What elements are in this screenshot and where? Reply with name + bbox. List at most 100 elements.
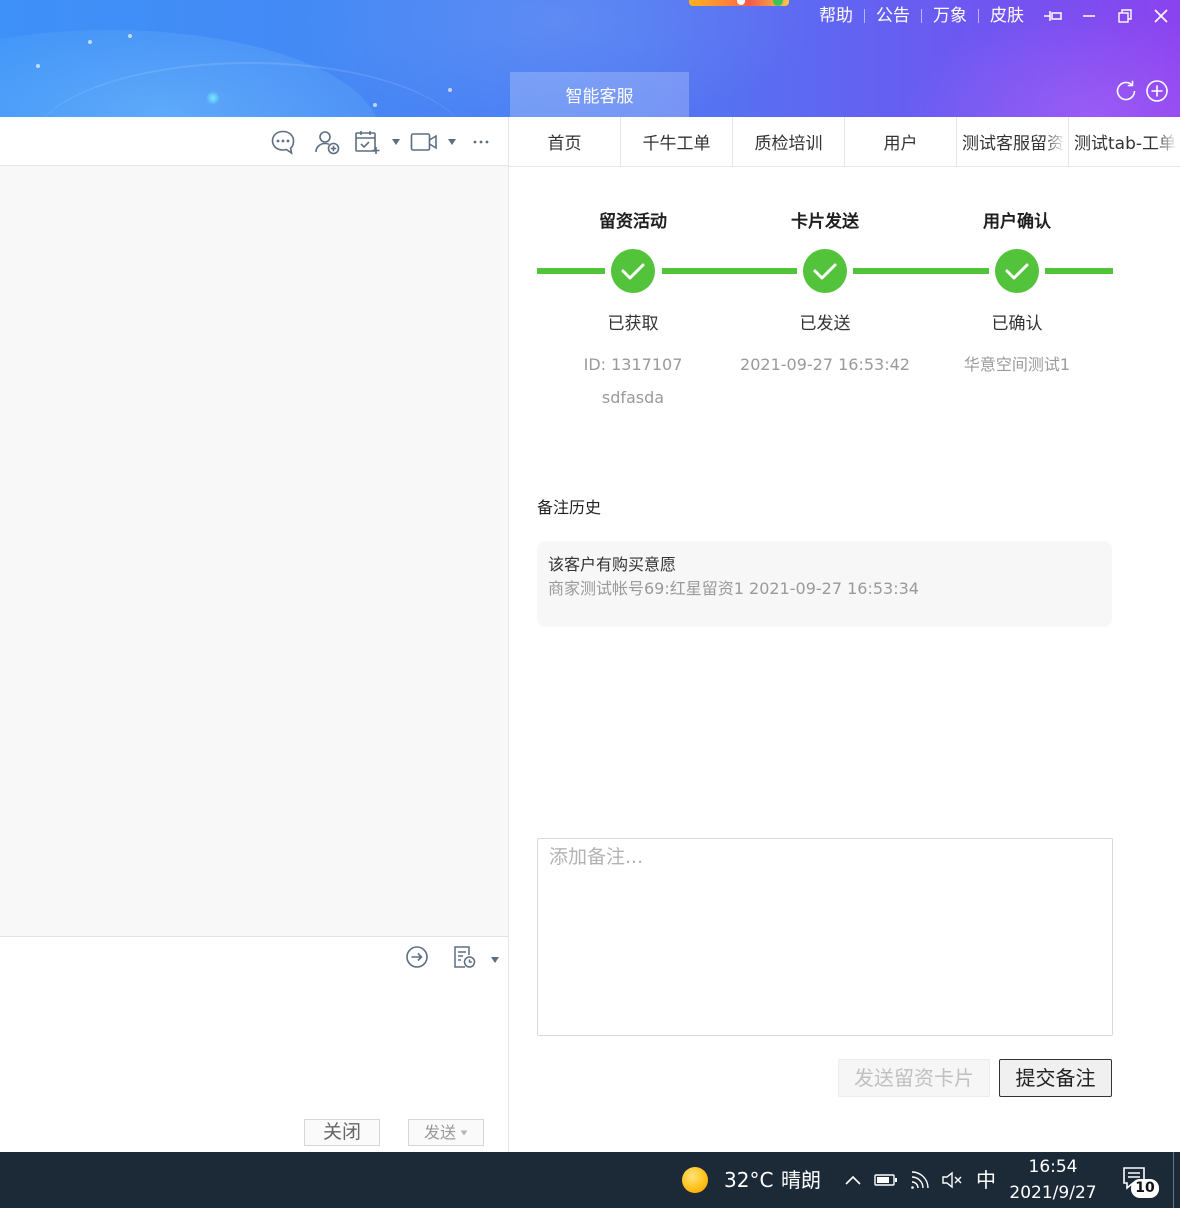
chat-toolbar [0,117,508,166]
header-sparkle [373,103,377,107]
step-lead-activity: 留资活动 已获取 ID: 1317107 sdfasda [537,210,729,414]
chat-input[interactable] [0,979,508,1111]
step-detail: sdfasda [601,388,665,407]
send-lead-card-button[interactable]: 发送留资卡片 [838,1059,990,1097]
more-button[interactable] [467,128,495,156]
pin-button[interactable] [1035,0,1071,32]
taskbar-clock[interactable]: 16:54 2021/9/27 [1003,1154,1103,1206]
step-details: 华意空间测试1 [964,348,1070,381]
chat-dots-icon [271,130,295,155]
caret-down-icon [491,957,499,963]
step-title: 卡片发送 [791,212,859,232]
app-tab-smart-service[interactable]: 智能客服 [510,72,689,117]
video-icon [410,133,437,151]
add-tab-button[interactable] [1144,78,1170,104]
minimize-button[interactable] [1071,0,1107,32]
step-card-sent: 卡片发送 已发送 2021-09-27 16:53:42 [729,210,921,414]
note-meta: 商家测试帐号69:红星留资1 2021-09-27 16:53:34 [548,579,919,598]
notification-count-badge: 10 [1131,1179,1159,1198]
weather-condition[interactable]: 晴朗 [781,1168,821,1192]
tab-label: 用户 [883,134,918,154]
app-tab-label: 智能客服 [565,87,634,107]
caret-down-icon [392,139,400,145]
lead-steps: 留资活动 已获取 ID: 1317107 sdfasda 卡片发送 已发送 20… [537,210,1113,414]
announcement-link[interactable]: 公告 [865,3,921,29]
tab-user[interactable]: 用户 [845,117,957,166]
tab-label: 测试tab-工单 [1074,134,1177,154]
step-status: 已获取 [607,314,659,334]
step-status: 已确认 [991,314,1043,334]
chat-panel: 关闭 发送 [0,117,508,1152]
step-detail: 华意空间测试1 [963,355,1071,374]
chat-history [0,166,508,937]
close-icon [1154,9,1168,23]
header-sparkle [36,64,40,68]
top-links: 帮助 公告 万象 皮肤 [808,3,1035,29]
step-details: ID: 1317107 sdfasda [584,348,683,414]
history-record-dropdown[interactable] [490,956,500,964]
tab-label: 质检培训 [754,134,823,154]
step-status: 已发送 [799,314,851,334]
restore-button[interactable] [1107,0,1143,32]
tray-expand-button[interactable] [844,1174,862,1186]
calendar-check-icon [355,131,380,154]
send-button[interactable]: 发送 [408,1119,484,1146]
input-method-indicator[interactable]: 中 [976,1168,996,1192]
tab-home[interactable]: 首页 [509,117,621,166]
close-button[interactable] [1143,0,1179,32]
help-link[interactable]: 帮助 [808,3,864,29]
user-add-icon [315,131,340,155]
refresh-icon [1116,80,1136,101]
close-chat-button[interactable]: 关闭 [304,1119,380,1146]
battery-indicator[interactable] [874,1173,898,1187]
tab-label: 首页 [547,134,582,154]
transfer-button[interactable] [403,943,431,971]
taskbar: 32°C 晴朗 中 16:54 2021/9/27 10 [0,1152,1180,1208]
note-history-title: 备注历史 [537,498,602,517]
create-task-dropdown[interactable] [391,138,401,146]
workspace-tabs: 首页 千牛工单 质检培训 用户 测试客服留资 测试tab-工单 [509,117,1180,167]
video-call-button[interactable] [410,128,438,156]
step-details: 2021-09-27 16:53:42 [740,348,910,381]
caret-down-icon [460,1130,468,1135]
note-input[interactable] [537,838,1113,1036]
show-desktop-button[interactable] [1173,1152,1174,1208]
wanxiang-link[interactable]: 万象 [922,3,978,29]
header-actions [1113,78,1170,104]
step-detail: 2021-09-27 16:53:42 [740,355,910,374]
history-record-button[interactable] [450,943,478,971]
clock-date: 2021/9/27 [1009,1183,1097,1203]
tab-test-lead-capture[interactable]: 测试客服留资 [957,117,1069,166]
step-title: 留资活动 [599,212,667,232]
more-icon [473,140,489,144]
promo-banner[interactable] [689,0,789,6]
step-detail: ID: 1317107 [583,355,683,374]
skin-link[interactable]: 皮肤 [979,3,1035,29]
note-content: 该客户有购买意愿 [548,555,677,574]
pin-icon [1044,11,1062,21]
volume-indicator[interactable] [941,1170,963,1190]
transfer-icon [406,946,428,968]
invite-user-button[interactable] [313,128,341,156]
create-task-button[interactable] [353,128,381,156]
tab-label: 测试客服留资 [962,134,1064,154]
caret-down-icon [448,139,456,145]
quick-reply-button[interactable] [269,128,297,156]
step-user-confirm: 用户确认 已确认 华意空间测试1 [921,210,1113,414]
submit-note-button[interactable]: 提交备注 [999,1059,1112,1097]
note-card: 该客户有购买意愿 商家测试帐号69:红星留资1 2021-09-27 16:53… [537,541,1112,627]
promo-badge [773,0,783,6]
history-record-icon [454,946,476,968]
chevron-up-icon [845,1175,861,1185]
refresh-button[interactable] [1113,78,1139,104]
tab-test-tickets[interactable]: 测试tab-工单 [1069,117,1180,166]
tab-quality-training[interactable]: 质检培训 [733,117,845,166]
weather-sun-icon[interactable] [682,1167,708,1193]
weather-temperature[interactable]: 32°C [724,1168,773,1192]
tab-qianniu-tickets[interactable]: 千牛工单 [621,117,733,166]
video-call-dropdown[interactable] [447,138,457,146]
network-indicator[interactable] [909,1169,931,1191]
window-controls [1035,0,1179,32]
header-sparkle [448,88,452,92]
clock-time: 16:54 [1028,1157,1078,1177]
